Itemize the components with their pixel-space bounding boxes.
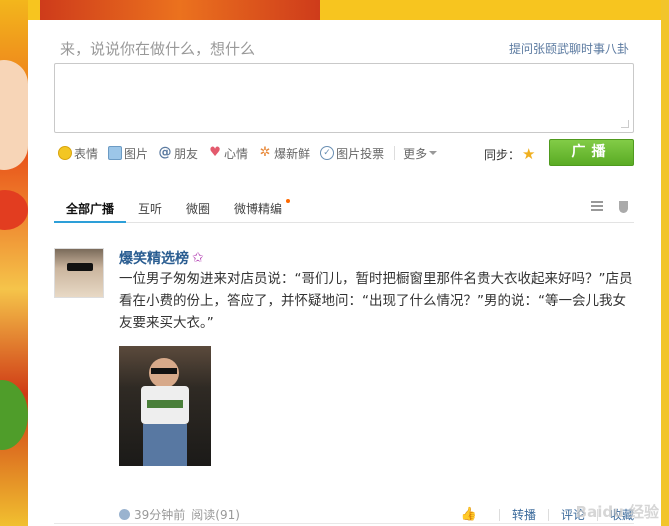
compose-placeholder-text: 来，说说你在做什么，想什么 xyxy=(60,40,256,58)
ask-host-link[interactable]: 提问张颐武聊时事八卦 xyxy=(509,40,629,57)
decor-green-ornament xyxy=(0,380,28,450)
background-ribbon xyxy=(40,0,320,20)
emoji-icon xyxy=(58,146,72,160)
heart-icon: ♥ xyxy=(209,145,221,160)
hot-news-button[interactable]: ✲ 爆新鲜 xyxy=(258,145,310,162)
view-switch xyxy=(591,201,628,213)
hot-news-label: 爆新鲜 xyxy=(274,146,311,161)
more-dropdown[interactable]: 更多 xyxy=(403,145,438,162)
list-view-icon[interactable] xyxy=(591,201,603,211)
at-icon: @ xyxy=(158,145,172,160)
new-indicator-dot xyxy=(286,199,291,203)
tab-circle[interactable]: 微圈 xyxy=(174,196,222,223)
check-icon: ✓ xyxy=(320,146,335,160)
background-right-decoration xyxy=(661,0,669,526)
photo-sunglasses xyxy=(151,368,177,374)
photo-jeans xyxy=(143,424,187,466)
action-divider xyxy=(547,508,549,521)
image-button[interactable]: 图片 xyxy=(108,145,148,162)
post-body: 一位男子匆匆进来对店员说：“哥们儿，暂时把橱窗里那件名贵大衣收起来好吗？”店员看… xyxy=(119,271,633,331)
photo-shirt-print xyxy=(147,400,183,408)
action-divider xyxy=(498,508,500,521)
read-count: 阅读(91) xyxy=(191,508,240,522)
vip-star-icon: ✩ xyxy=(192,250,204,266)
mood-button[interactable]: ♥ 心情 xyxy=(208,145,248,162)
tab-curated-label: 微博精编 xyxy=(234,202,283,216)
friends-button[interactable]: @ 朋友 xyxy=(158,145,199,162)
post-time[interactable]: 39分钟前 xyxy=(134,506,185,523)
image-vote-button[interactable]: ✓ 图片投票 xyxy=(320,145,384,162)
thumbs-up-icon[interactable]: 👍 xyxy=(461,507,477,522)
post-author[interactable]: 爆笑精选榜 ✩ xyxy=(119,248,204,268)
avatar-sunglasses xyxy=(67,263,93,271)
post-image[interactable] xyxy=(119,346,211,466)
compose-textarea[interactable] xyxy=(54,63,634,133)
tab-curated[interactable]: 微博精编 xyxy=(222,196,294,223)
background-top-banner xyxy=(0,0,669,20)
decor-red-ornament xyxy=(0,190,28,230)
author-name: 爆笑精选榜 xyxy=(119,251,189,267)
chevron-down-icon xyxy=(429,151,438,155)
feed-tabs: 全部广播 互听 微圈 微博精编 xyxy=(54,196,634,223)
decor-figure-face xyxy=(0,60,28,170)
mood-label: 心情 xyxy=(224,146,249,161)
repost-button[interactable]: 转播 xyxy=(512,506,536,523)
image-vote-label: 图片投票 xyxy=(336,146,385,161)
toolbar-divider xyxy=(394,146,396,160)
globe-icon xyxy=(119,509,130,520)
post-meta: 39分钟前 阅读(91) xyxy=(119,506,240,523)
avatar[interactable] xyxy=(54,248,104,298)
baidu-watermark: Baidu 经验 xyxy=(575,503,659,521)
sync-label: 同步： xyxy=(484,147,521,162)
image-label: 图片 xyxy=(124,146,149,161)
compose-toolbar: 表情 图片 @ 朋友 ♥ 心情 ✲ 爆新鲜 ✓ 图片投票 更多 xyxy=(58,143,447,163)
main-panel: 来，说说你在做什么，想什么 提问张颐武聊时事八卦 表情 图片 @ 朋友 ♥ 心情… xyxy=(28,20,661,526)
background-left-decoration xyxy=(0,0,28,526)
tab-all-broadcasts[interactable]: 全部广播 xyxy=(54,196,127,223)
more-label: 更多 xyxy=(403,146,428,161)
shield-icon[interactable] xyxy=(619,201,628,213)
friends-label: 朋友 xyxy=(174,146,199,161)
star-icon[interactable]: ★ xyxy=(522,145,535,163)
resize-handle-icon[interactable] xyxy=(621,120,629,128)
burst-icon: ✲ xyxy=(259,145,271,160)
sync-control[interactable]: 同步： ★ xyxy=(484,145,535,163)
feed-divider xyxy=(54,523,634,524)
tab-mutual[interactable]: 互听 xyxy=(126,196,174,223)
emoji-button[interactable]: 表情 xyxy=(58,145,98,162)
emoji-label: 表情 xyxy=(74,146,99,161)
image-icon xyxy=(108,146,123,160)
broadcast-button[interactable]: 广播 xyxy=(549,139,634,166)
